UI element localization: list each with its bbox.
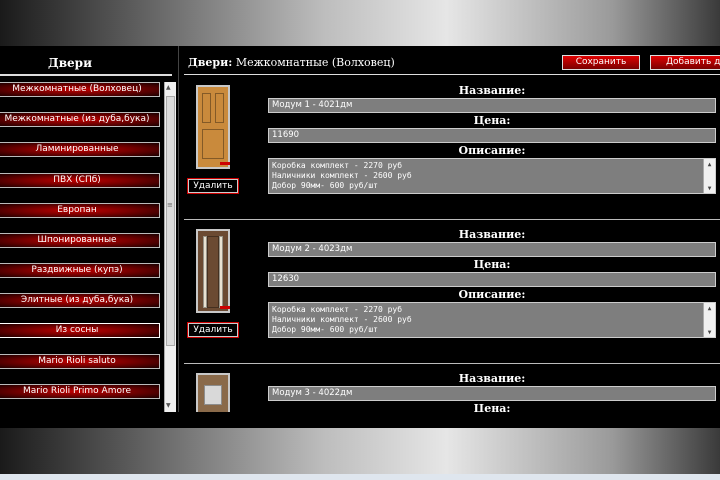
sidebar-scrollbar[interactable]: ▲ ≡ ▼ (164, 82, 176, 412)
sidebar-divider (0, 74, 172, 76)
price-label: Цена: (473, 258, 511, 271)
scroll-up-arrow-icon[interactable]: ▲ (166, 84, 171, 91)
page-title-section: Двери: (188, 56, 233, 69)
category-item-mario-rioli-primo-amore[interactable]: Mario Rioli Primo Amore (0, 384, 160, 399)
delete-button[interactable]: Удалить (187, 178, 239, 194)
page-title-category: Межкомнатные (Волховец) (232, 56, 395, 69)
add-door-button[interactable]: Добавить дверь (650, 55, 720, 70)
door-image (196, 373, 230, 412)
window-bottom-strip (0, 474, 720, 480)
description-text: Коробка комплект - 2270 руб Наличники ко… (272, 305, 412, 334)
sidebar-scroll-thumb[interactable] (166, 96, 175, 346)
bottom-banner (0, 428, 720, 474)
card-divider (184, 219, 720, 220)
price-label: Цена: (473, 402, 511, 412)
name-label: Название: (458, 228, 526, 241)
name-label: Название: (458, 84, 526, 97)
price-label: Цена: (473, 114, 511, 127)
scroll-down-arrow-icon[interactable]: ▼ (704, 328, 715, 337)
description-scrollbar[interactable]: ▲ ▼ (703, 159, 715, 193)
category-item-mezhkomnatnye-volkhovets[interactable]: Межкомнатные (Волховец) (0, 82, 160, 97)
delete-button[interactable]: Удалить (187, 322, 239, 338)
scroll-grip-icon: ≡ (167, 201, 173, 209)
name-field[interactable]: Модум 2 - 4023дм (268, 242, 716, 257)
price-field[interactable]: 12630 (268, 272, 716, 287)
name-label: Название: (458, 372, 526, 385)
category-item-razdvizhnye[interactable]: Раздвижные (купэ) (0, 263, 160, 278)
scroll-up-arrow-icon[interactable]: ▲ (704, 160, 715, 170)
category-item-iz-sosny[interactable]: Из сосны (0, 323, 160, 338)
product-card: Удалить Название: Модум 1 - 4021дм Цена:… (180, 75, 720, 219)
category-item-evropan[interactable]: Европан (0, 203, 160, 218)
save-button[interactable]: Сохранить (562, 55, 640, 70)
product-editor: Двери: Межкомнатные (Волховец) Сохранить… (180, 46, 720, 412)
name-field[interactable]: Модум 1 - 4021дм (268, 98, 716, 113)
category-item-mezhkomnatnye-dub-buk[interactable]: Межкомнатные (из дуба,бука) (0, 112, 160, 127)
page-title: Двери: Межкомнатные (Волховец) (188, 56, 395, 69)
scroll-down-arrow-icon[interactable]: ▼ (704, 184, 715, 193)
category-item-pvkh[interactable]: ПВХ (СПб) (0, 173, 160, 188)
category-item-shponirovannye[interactable]: Шпонированные (0, 233, 160, 248)
product-card: Название: Модум 3 - 4022дм Цена: (180, 363, 720, 412)
category-item-mario-rioli-saluto[interactable]: Mario Rioli saluto (0, 354, 160, 369)
content-bottom-edge (0, 412, 720, 428)
scroll-down-arrow-icon[interactable]: ▼ (166, 402, 171, 409)
description-textarea[interactable]: Коробка комплект - 2270 руб Наличники ко… (268, 158, 716, 194)
category-sidebar: Двери Межкомнатные (Волховец) Межкомнатн… (0, 46, 179, 412)
door-image (196, 85, 230, 169)
top-banner (0, 0, 720, 46)
description-scrollbar[interactable]: ▲ ▼ (703, 303, 715, 337)
description-text: Коробка комплект - 2270 руб Наличники ко… (272, 161, 412, 190)
category-item-elitnye[interactable]: Элитные (из дуба,бука) (0, 293, 160, 308)
card-divider (184, 363, 720, 364)
price-field[interactable]: 11690 (268, 128, 716, 143)
door-image (196, 229, 230, 313)
name-field[interactable]: Модум 3 - 4022дм (268, 386, 716, 401)
description-label: Описание: (458, 144, 526, 157)
description-textarea[interactable]: Коробка комплект - 2270 руб Наличники ко… (268, 302, 716, 338)
sidebar-title: Двери (48, 56, 92, 70)
description-label: Описание: (458, 288, 526, 301)
product-card: Удалить Название: Модум 2 - 4023дм Цена:… (180, 219, 720, 363)
app-frame: Двери Межкомнатные (Волховец) Межкомнатн… (0, 46, 720, 428)
scroll-up-arrow-icon[interactable]: ▲ (704, 304, 715, 314)
category-item-laminirovannye[interactable]: Ламинированные (0, 142, 160, 157)
